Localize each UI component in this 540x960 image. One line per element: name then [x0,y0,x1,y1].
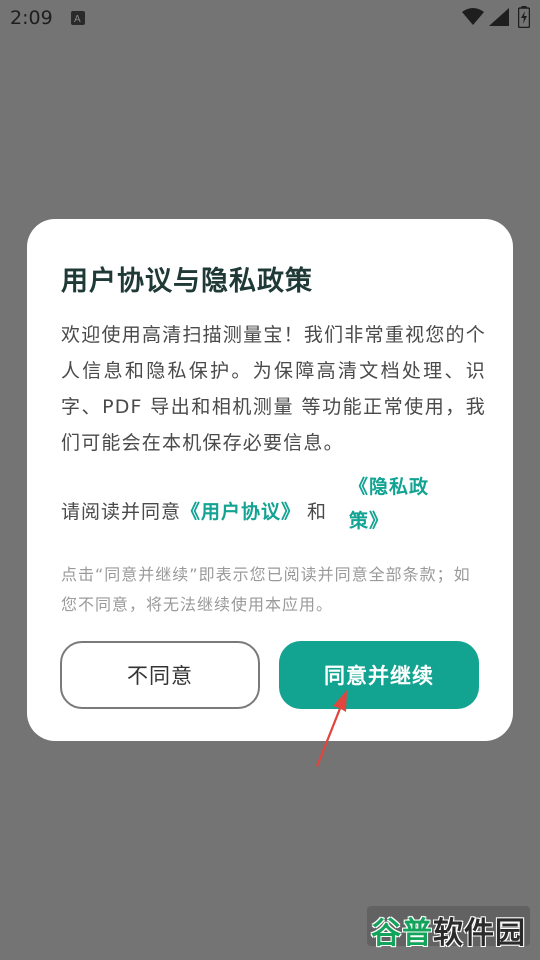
a-icon: A [71,11,85,25]
svg-text:A: A [74,14,81,25]
privacy-dialog: 用户协议与隐私政策 欢迎使用高清扫描测量宝！我们非常重视您的个人信息和隐私保护。… [27,219,513,741]
disagree-button[interactable]: 不同意 [60,641,260,709]
watermark-text-a: 谷普 [371,916,433,951]
pointer-arrow-icon [316,690,347,767]
status-time: 2:09 [10,7,53,29]
wifi-icon [462,8,484,30]
consent-notice: 点击“同意并继续”即表示您已阅读并同意全部条款；如您不同意，将无法继续使用本应用… [61,565,471,614]
status-bar: 2:09 A [0,0,540,36]
watermark: 谷普软件园 [367,906,530,951]
dialog-title: 用户协议与隐私政策 [61,266,313,297]
dialog-body: 欢迎使用高清扫描测量宝！我们非常重视您的个人信息和隐私保护。为保障高清文档处理、… [61,324,486,454]
watermark-text-b: 软件园 [433,916,526,951]
user-agreement-link[interactable]: 《用户协议》 [181,501,301,523]
and-text: 和 [307,501,328,523]
signal-icon [489,8,509,30]
battery-charging-icon [517,6,531,32]
privacy-policy-link[interactable]: 《隐私政策》 [349,470,449,538]
watermark-text: 谷普软件园 [371,908,526,952]
prompt-prefix: 请阅读并同意 [61,501,182,523]
agreement-prompt: 请阅读并同意《用户协议》和 [61,494,327,530]
